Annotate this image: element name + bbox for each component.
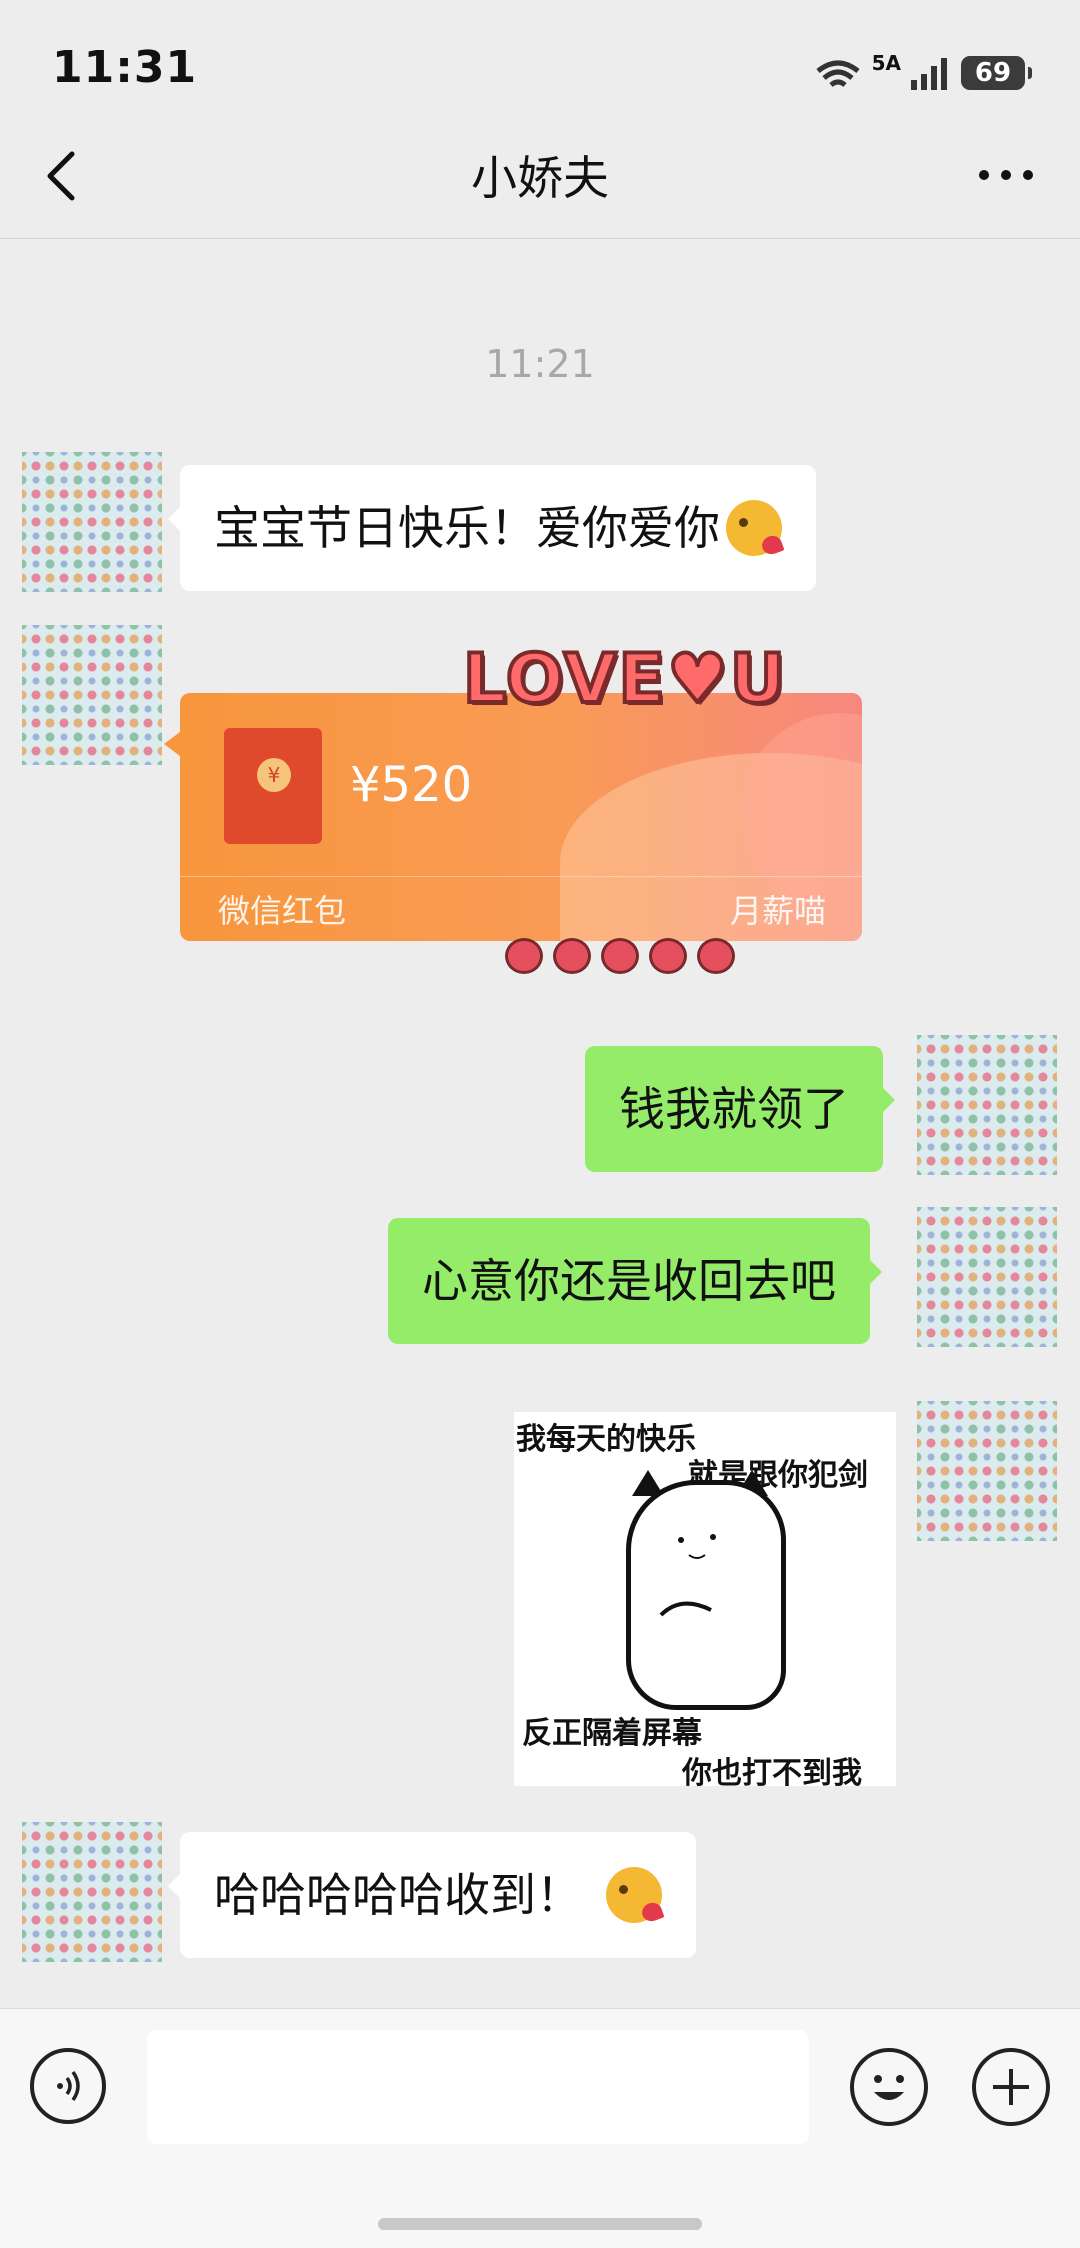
heart-icon: [601, 938, 639, 974]
message-text: 宝宝节日快乐！爱你爱你: [214, 501, 720, 555]
emoji-icon: [874, 2075, 904, 2100]
heart-icon: [697, 938, 735, 974]
message-bubble-incoming[interactable]: 宝宝节日快乐！爱你爱你: [168, 465, 816, 591]
message-input[interactable]: [147, 2030, 809, 2144]
battery-level: 69: [974, 58, 1012, 88]
message-timestamp: 11:21: [485, 342, 595, 386]
sticker-caption: 你也打不到我: [682, 1756, 862, 1791]
red-packet-arrow: [164, 732, 180, 756]
more-button[interactable]: [976, 160, 1036, 190]
my-avatar[interactable]: [917, 1207, 1057, 1347]
sticker-caption: 我每天的快乐: [516, 1422, 696, 1457]
heart-icon: [649, 938, 687, 974]
my-avatar[interactable]: [917, 1035, 1057, 1175]
message-text: 心意你还是收回去吧: [422, 1254, 836, 1308]
heart-icon: [505, 938, 543, 974]
voice-icon: [57, 2070, 80, 2102]
heart-icon: [553, 938, 591, 974]
status-indicators: 5A 69: [814, 50, 1032, 96]
status-time: 11:31: [52, 42, 198, 93]
kiss-emoji-icon: [726, 500, 782, 556]
message-text: 钱我就领了: [619, 1082, 849, 1136]
kiss-emoji-icon: [606, 1867, 662, 1923]
hearts-decoration: [505, 938, 735, 974]
message-bubble-outgoing[interactable]: 心意你还是收回去吧: [388, 1218, 882, 1344]
message-bubble-incoming[interactable]: 哈哈哈哈哈收到！: [168, 1832, 696, 1958]
contact-avatar[interactable]: [22, 452, 162, 592]
chat-title: 小娇夫: [471, 151, 609, 205]
contact-avatar[interactable]: [22, 1822, 162, 1962]
battery-icon: 69: [961, 56, 1032, 90]
sticker-caption: 反正隔着屏幕: [522, 1716, 702, 1751]
my-avatar[interactable]: [917, 1401, 1057, 1541]
home-indicator[interactable]: [378, 2218, 702, 2230]
message-text: 哈哈哈哈哈收到！: [214, 1868, 582, 1922]
sticker-image[interactable]: 我每天的快乐 就是跟你犯剑 反正隔着屏幕 你也打不到我: [514, 1412, 896, 1791]
message-bubble-outgoing[interactable]: 钱我就领了: [585, 1046, 895, 1172]
network-type: 5A: [871, 51, 901, 75]
love-u-overlay: LOVE♥U: [461, 638, 788, 721]
wifi-icon: [816, 60, 860, 87]
signal-icon: [911, 58, 947, 90]
cat-drawing: [626, 1480, 786, 1710]
contact-avatar[interactable]: [22, 625, 162, 765]
red-packet-divider: [180, 876, 862, 877]
red-packet-label: 微信红包: [218, 892, 347, 930]
voice-button[interactable]: [30, 2048, 106, 2124]
more-icon: [979, 170, 1033, 180]
coin-icon: ¥: [257, 758, 291, 792]
emoji-button[interactable]: [850, 2048, 928, 2126]
red-packet[interactable]: ¥ ¥520 微信红包 月薪喵: [180, 693, 862, 941]
plus-icon: [993, 2069, 1029, 2105]
red-packet-amount: ¥520: [350, 757, 473, 813]
red-envelope-icon: ¥: [224, 728, 322, 844]
red-packet-cover-name: 月薪喵: [729, 892, 826, 930]
more-functions-button[interactable]: [972, 2048, 1050, 2126]
